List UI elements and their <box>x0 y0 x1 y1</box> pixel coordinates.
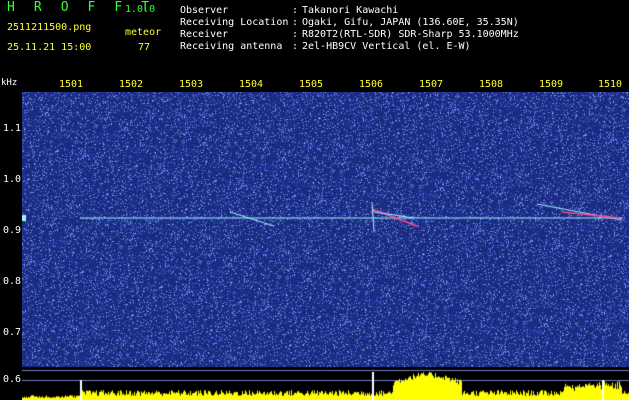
x-tick-label: 1507 <box>419 79 444 90</box>
y-tick-label: 1.0 <box>3 174 22 185</box>
x-tick-label: 1509 <box>539 79 564 90</box>
y-tick-label: 0.8 <box>3 276 22 287</box>
y-tick-label: 0.6 <box>3 374 22 385</box>
y-tick-label: 0.7 <box>3 327 22 338</box>
y-axis-unit: kHz <box>1 78 18 88</box>
x-tick-label: 1506 <box>359 79 384 90</box>
x-tick-label: 1504 <box>239 79 264 90</box>
x-tick-label: 1501 <box>59 79 84 90</box>
x-tick-label: 1502 <box>119 79 144 90</box>
x-tick-label: 1505 <box>299 79 324 90</box>
x-tick-label: 1508 <box>479 79 504 90</box>
x-tick-label: 1510 <box>598 79 623 90</box>
x-tick-label: 1503 <box>179 79 204 90</box>
y-tick-label: 1.1 <box>3 123 22 134</box>
y-tick-label: 0.9 <box>3 225 22 236</box>
spectrogram-canvas <box>22 92 629 400</box>
